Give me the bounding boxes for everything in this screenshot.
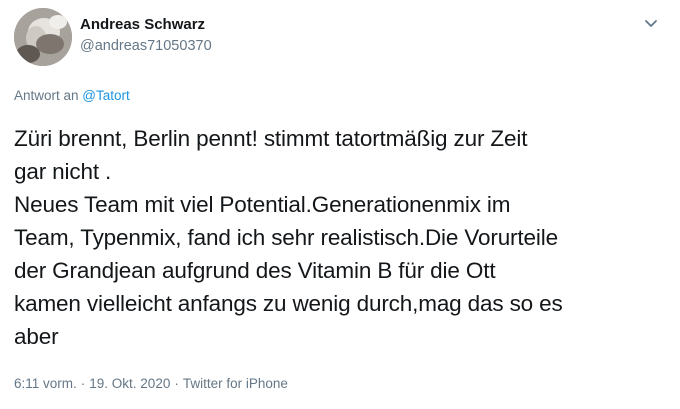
meta-separator: · — [80, 376, 86, 391]
reply-context: Antwort an @Tatort — [14, 88, 130, 103]
author-display-name[interactable]: Andreas Schwarz — [80, 16, 212, 34]
meta-separator: · — [174, 376, 179, 391]
tweet-date[interactable]: 19. Okt. 2020 — [89, 376, 170, 391]
reply-prefix: Antwort an — [14, 88, 83, 103]
more-options-button[interactable] — [642, 14, 660, 32]
reply-mention-link[interactable]: @Tatort — [82, 88, 129, 103]
avatar[interactable] — [14, 8, 72, 66]
tweet-meta: 6:11 vorm. · 19. Okt. 2020 · Twitter for iPh… — [14, 376, 288, 391]
author-handle[interactable]: @andreas71050370 — [80, 37, 212, 55]
avatar-image — [14, 8, 72, 66]
tweet-text: Züri brennt, Berlin pennt! stimmt tatort… — [14, 126, 563, 349]
author-block[interactable]: Andreas Schwarz @andreas71050370 — [80, 16, 212, 55]
chevron-down-icon — [645, 20, 657, 27]
tweet-card: Andreas Schwarz @andreas71050370 Antwort… — [0, 0, 680, 409]
tweet-time[interactable]: 6:11 vorm. — [14, 376, 77, 391]
tweet-source[interactable]: Twitter for iPhone — [183, 376, 288, 391]
